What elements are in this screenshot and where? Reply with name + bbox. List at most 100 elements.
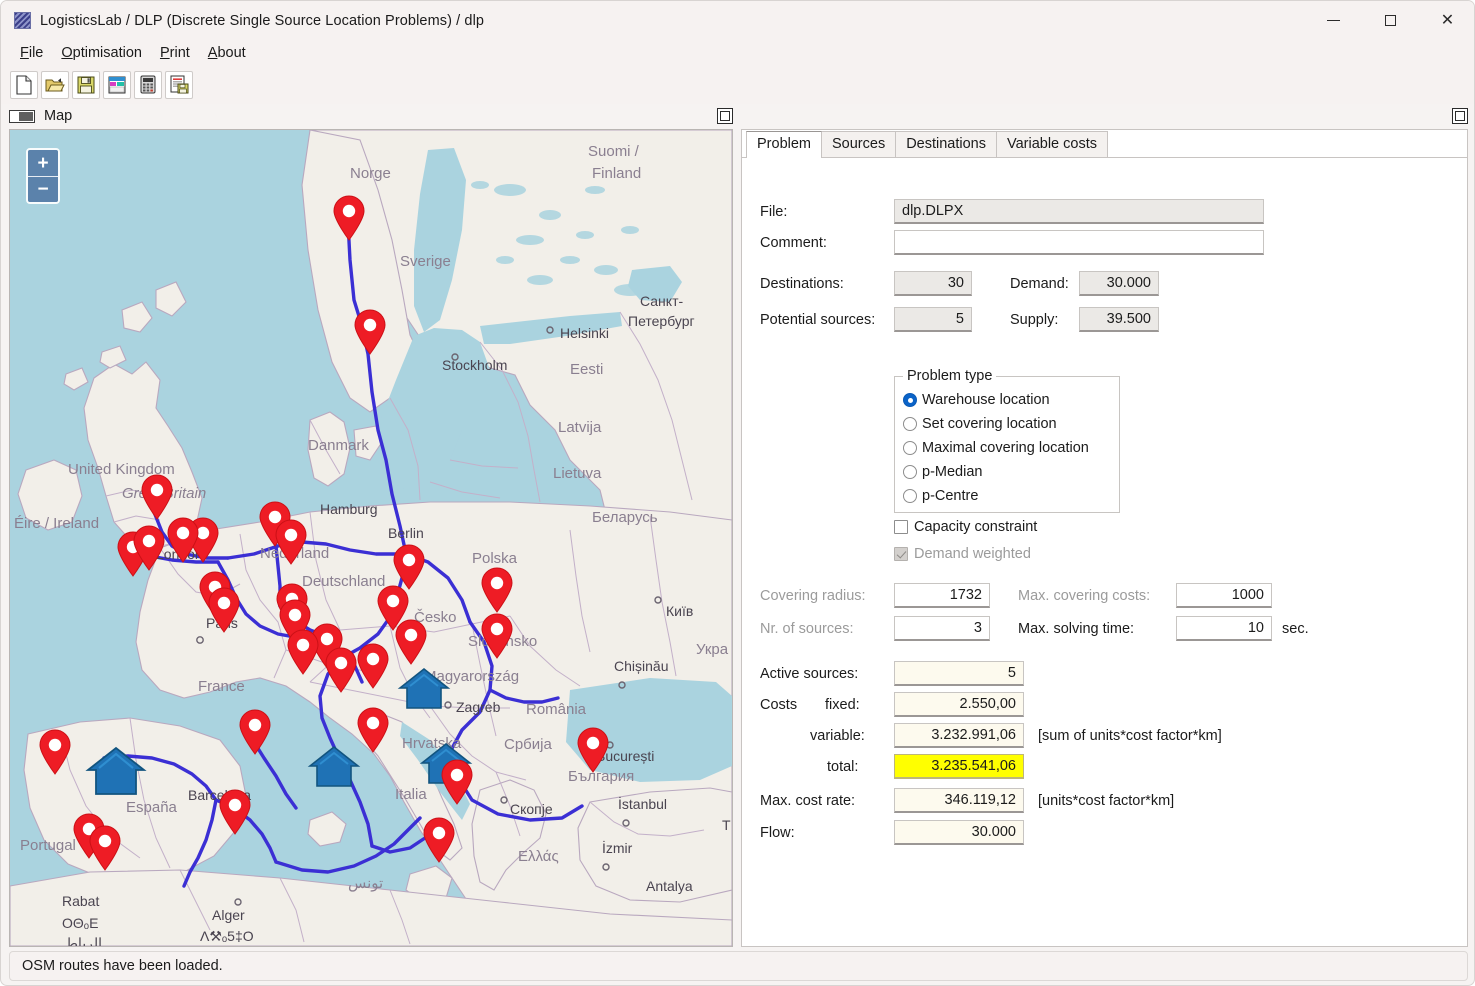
map-panel-title: Map (44, 108, 72, 124)
zoom-in-button[interactable]: + (28, 150, 58, 176)
menu-item-optimisation[interactable]: Optimisation (52, 43, 151, 63)
destination-pin (358, 644, 388, 688)
tab-variable-costs[interactable]: Variable costs (996, 131, 1108, 157)
destination-pin (326, 648, 356, 692)
maximize-button[interactable] (1362, 1, 1419, 40)
save-file-button[interactable] (72, 71, 100, 99)
total-costs-label: total: (827, 759, 858, 775)
capacity-constraint-checkbox[interactable]: Capacity constraint (894, 519, 1037, 535)
destinations-field: 30 (894, 271, 972, 296)
menu-item-about[interactable]: About (199, 43, 255, 63)
max-cost-rate-label: Max. cost rate: (760, 793, 855, 809)
flow-label: Flow: (760, 825, 795, 841)
right-panel-maximize-icon[interactable] (1452, 108, 1468, 124)
covering-radius-label: Covering radius: (760, 588, 866, 604)
destination-pin (276, 520, 306, 564)
variable-costs-note: [sum of units*cost factor*km] (1038, 728, 1222, 744)
table-view-button[interactable] (103, 71, 131, 99)
application-window: LogisticsLab / DLP (Discrete Single Sour… (0, 0, 1475, 986)
new-file-button[interactable] (10, 71, 38, 99)
report-save-icon (170, 75, 189, 94)
max-cost-rate-note: [units*cost factor*km] (1038, 793, 1174, 809)
menu-item-file[interactable]: File (11, 43, 52, 63)
radio-indicator (903, 465, 917, 479)
nr-of-sources-label: Nr. of sources: (760, 621, 853, 637)
spreadsheet-icon (108, 76, 126, 94)
destination-pin (442, 760, 472, 804)
active-sources-label: Active sources: (760, 666, 858, 682)
export-report-button[interactable] (165, 71, 193, 99)
toolbar (1, 65, 1475, 104)
max-cost-rate-field: 346.119,12 (894, 788, 1024, 813)
new-file-icon (15, 75, 33, 95)
file-label: File: (760, 204, 787, 220)
right-panel: Problem Sources Destinations Variable co… (741, 129, 1468, 947)
map-panel[interactable]: .land { fill:#f2efe9; stroke:#b9a8bf; st… (9, 129, 733, 947)
problem-form: File: dlp.DLPX Comment: Destinations: 30… (742, 159, 1467, 946)
calculator-icon (140, 75, 156, 94)
radio-label: p-Centre (922, 488, 978, 504)
tab-problem[interactable]: Problem (746, 131, 822, 158)
destination-pin (578, 728, 608, 772)
max-solving-time-field[interactable]: 10 (1176, 616, 1272, 641)
minimize-icon (1327, 20, 1340, 21)
tab-destinations[interactable]: Destinations (895, 131, 997, 157)
comment-field[interactable] (894, 230, 1264, 255)
window-title: LogisticsLab / DLP (Discrete Single Sour… (40, 13, 484, 29)
destination-pin (482, 568, 512, 612)
radio-warehouse-location[interactable]: Warehouse location (903, 392, 1050, 408)
destination-pin (142, 475, 172, 519)
checkbox-indicator (894, 547, 908, 561)
maximize-icon (1385, 15, 1396, 26)
destination-pin (220, 790, 250, 834)
map-panel-maximize-icon[interactable] (717, 108, 733, 124)
supply-field: 39.500 (1079, 307, 1159, 332)
checkbox-indicator (894, 520, 908, 534)
zoom-out-button[interactable]: − (28, 176, 58, 202)
potential-sources-label: Potential sources: (760, 312, 875, 328)
status-message: OSM routes have been loaded. (22, 958, 223, 974)
save-disk-icon (77, 76, 95, 94)
destination-pin (90, 826, 120, 870)
open-file-button[interactable] (41, 71, 69, 99)
problem-type-legend: Problem type (903, 368, 996, 384)
radio-maximal-covering-location[interactable]: Maximal covering location (903, 440, 1089, 456)
open-folder-icon (45, 76, 65, 94)
panel-toggle-icon[interactable] (9, 110, 35, 123)
close-button[interactable]: ✕ (1419, 1, 1475, 40)
radio-p-centre[interactable]: p-Centre (903, 488, 978, 504)
radio-label: Warehouse location (922, 392, 1050, 408)
radio-indicator (903, 417, 917, 431)
minimize-button[interactable] (1305, 1, 1362, 40)
radio-indicator (903, 393, 917, 407)
destination-pin (209, 588, 239, 632)
map-zoom-controls[interactable]: + − (26, 148, 60, 204)
destination-pin (394, 545, 424, 589)
map-panel-header: Map (9, 104, 733, 128)
max-covering-costs-field[interactable]: 1000 (1176, 583, 1272, 608)
radio-indicator (903, 489, 917, 503)
destination-pin (482, 614, 512, 658)
tab-sources[interactable]: Sources (821, 131, 896, 157)
variable-costs-field: 3.232.991,06 (894, 723, 1024, 748)
destination-pin (40, 730, 70, 774)
destination-pin (355, 310, 385, 354)
active-sources-field: 5 (894, 661, 1024, 686)
demand-weighted-checkbox: Demand weighted (894, 546, 1031, 562)
comment-label: Comment: (760, 235, 827, 251)
variable-costs-label: variable: (810, 728, 865, 744)
destination-pin (240, 710, 270, 754)
radio-set-covering-location[interactable]: Set covering location (903, 416, 1057, 432)
nr-of-sources-field[interactable]: 3 (894, 616, 990, 641)
covering-radius-field[interactable]: 1732 (894, 583, 990, 608)
destination-pin (358, 708, 388, 752)
costs-label: Costs (760, 697, 797, 713)
close-icon: ✕ (1441, 13, 1454, 29)
destination-pin (396, 620, 426, 664)
radio-p-median[interactable]: p-Median (903, 464, 982, 480)
potential-sources-field: 5 (894, 307, 972, 332)
demand-label: Demand: (1010, 276, 1069, 292)
calculate-button[interactable] (134, 71, 162, 99)
menu-item-print[interactable]: Print (151, 43, 199, 63)
destination-pin (424, 818, 454, 862)
